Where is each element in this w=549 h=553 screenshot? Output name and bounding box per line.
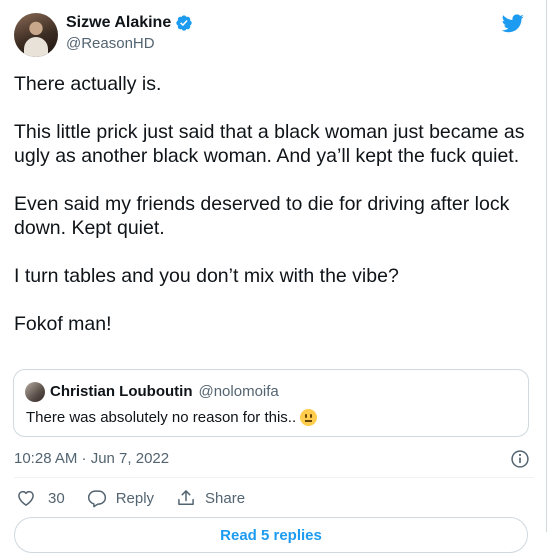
twitter-bird-icon[interactable] [500, 12, 526, 34]
action-bar: 30 Reply Share [16, 488, 267, 508]
share-button[interactable]: Share [176, 488, 245, 508]
reply-label: Reply [115, 489, 155, 507]
quoted-author-avatar [25, 382, 45, 402]
quoted-tweet[interactable]: Christian Louboutin @nolomoifa There was… [13, 369, 529, 437]
author-display-name[interactable]: Sizwe Alakine [66, 14, 171, 32]
verified-badge-icon [176, 15, 192, 31]
info-icon[interactable] [510, 449, 530, 469]
quoted-author-handle: @nolomoifa [198, 383, 279, 400]
quoted-tweet-text-row: There was absolutely no reason for this.… [26, 409, 318, 426]
like-count: 30 [48, 489, 65, 507]
share-icon [178, 490, 194, 505]
tweet-paragraph: This little prick just said that a black… [14, 121, 525, 167]
heart-icon [18, 490, 34, 506]
reply-button[interactable]: Reply [87, 488, 154, 508]
read-replies-label: Read 5 replies [220, 527, 322, 544]
quoted-author-name: Christian Louboutin [50, 383, 193, 400]
author-handle[interactable]: @ReasonHD [66, 35, 155, 52]
author-name-row[interactable]: Sizwe Alakine [66, 14, 193, 32]
tweet-timestamp[interactable]: 10:28 AM · Jun 7, 2022 [14, 450, 169, 467]
tweet-paragraph: Even said my friends deserved to die for… [14, 193, 510, 239]
tweet-paragraph: I turn tables and you don’t mix with the… [14, 265, 399, 287]
neutral-face-emoji [300, 409, 318, 426]
reply-bubble-icon [87, 490, 106, 508]
tweet-paragraph: There actually is. [14, 73, 162, 95]
share-label: Share [205, 489, 246, 507]
quoted-author-row: Christian Louboutin @nolomoifa [50, 383, 279, 400]
author-avatar[interactable] [14, 13, 58, 57]
tweet-paragraph: Fokof man! [14, 313, 112, 335]
tweet-card: Sizwe Alakine @ReasonHD There actually i… [0, 0, 547, 553]
quoted-tweet-text: There was absolutely no reason for this.… [26, 409, 297, 426]
like-button[interactable]: 30 [16, 488, 65, 508]
tweet-text: There actually is. This little prick jus… [14, 72, 534, 360]
divider [14, 477, 534, 478]
read-replies-button[interactable]: Read 5 replies [14, 517, 528, 553]
